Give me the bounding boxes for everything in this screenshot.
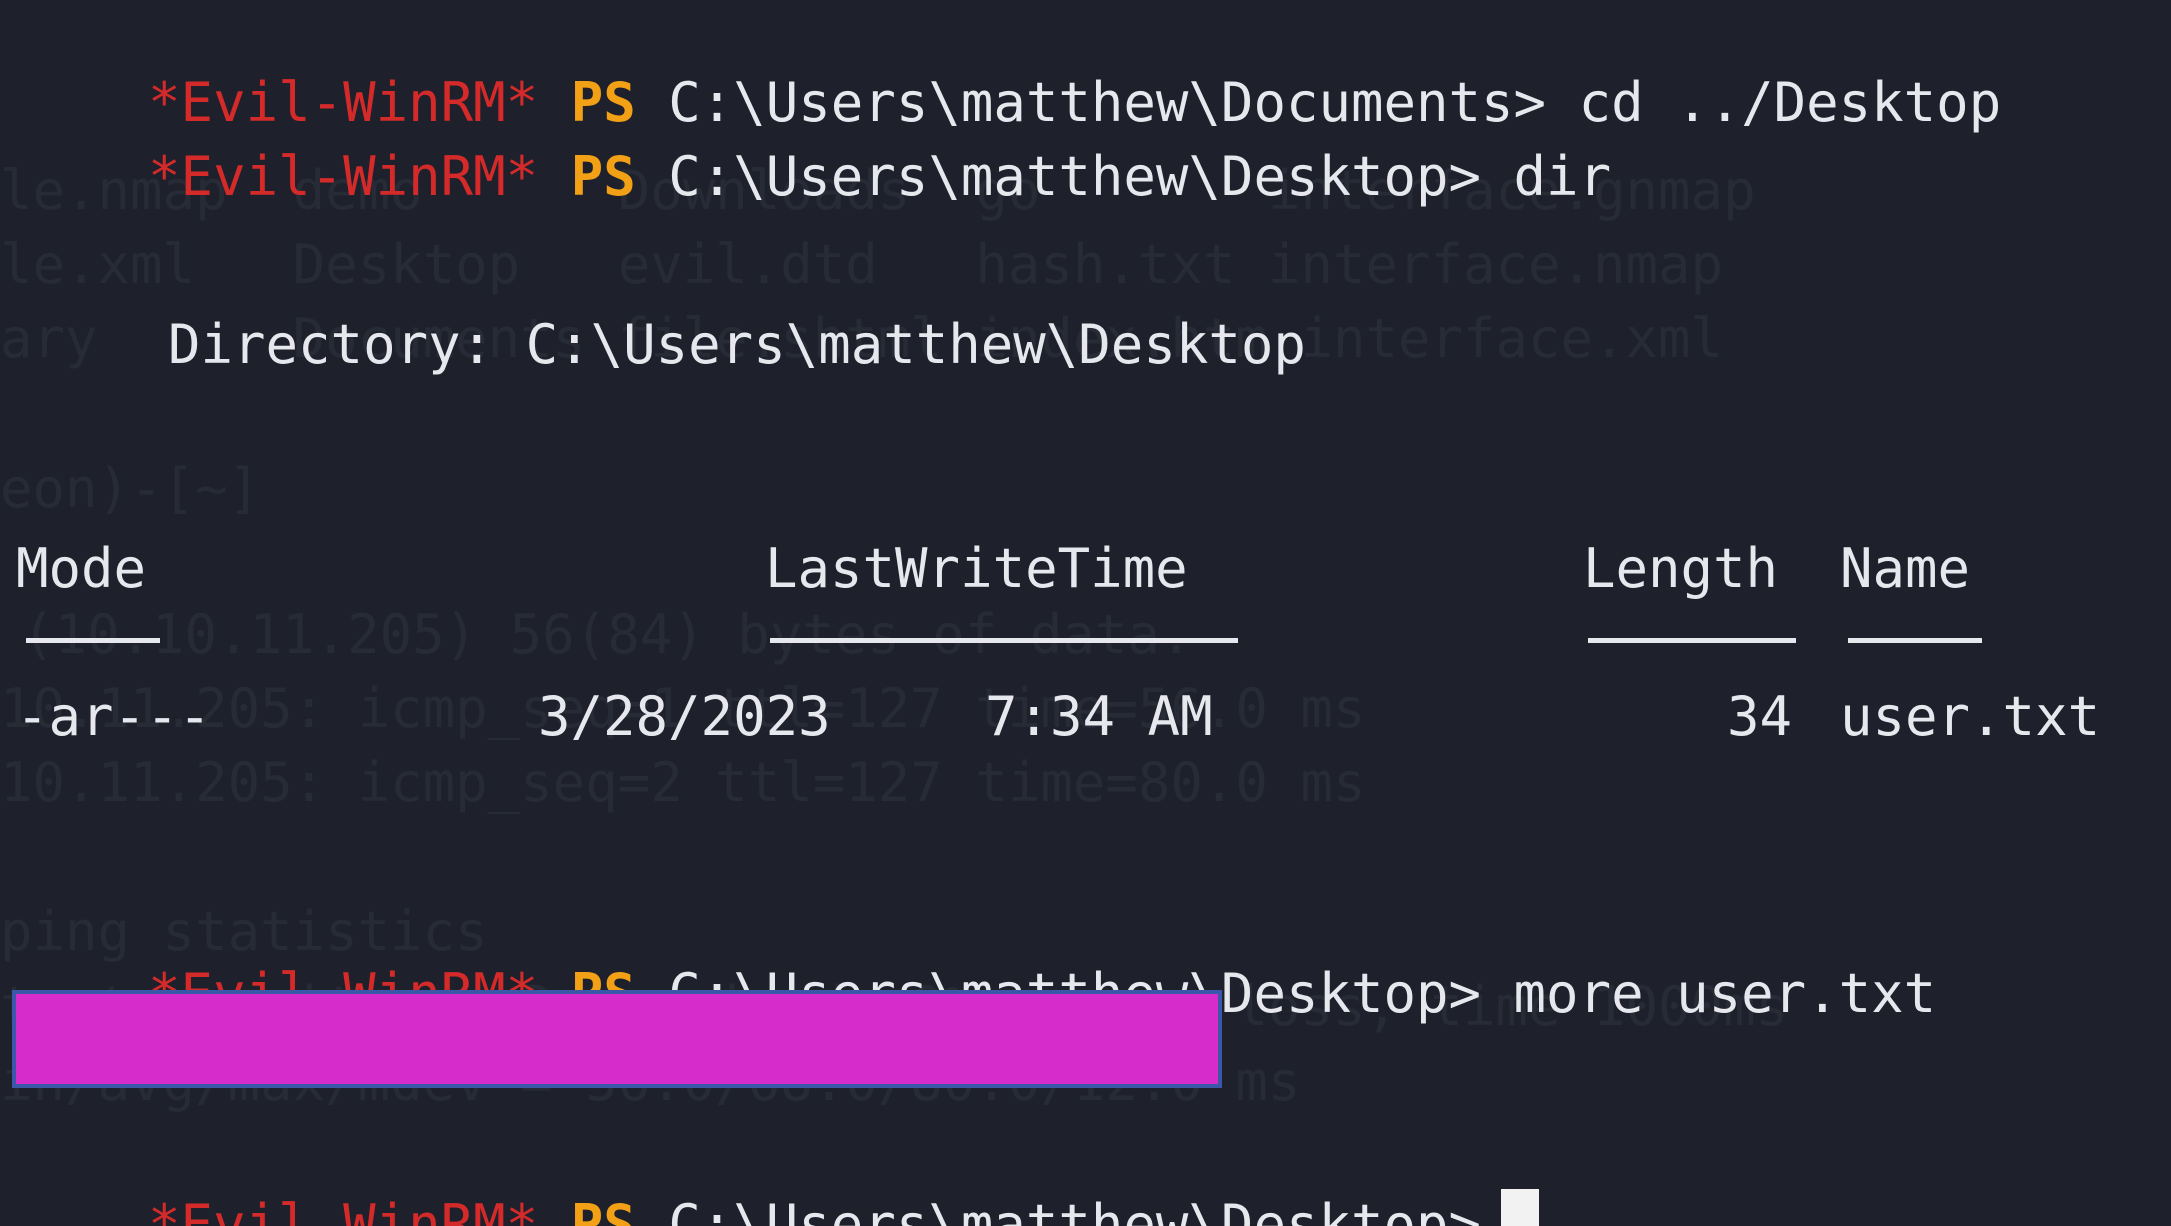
row-date: 3/28/2023 bbox=[538, 685, 831, 748]
header-underline bbox=[770, 638, 1238, 643]
header-underline bbox=[1848, 638, 1982, 643]
header-lastwritetime: LastWriteTime bbox=[765, 537, 1188, 600]
header-length: Length bbox=[1583, 537, 1779, 600]
command-text: dir bbox=[1513, 145, 1612, 208]
prompt-line: *Evil-WinRM* PS C:\Users\matthew\Desktop… bbox=[18, 96, 1611, 204]
row-mode: -ar--- bbox=[16, 685, 212, 748]
redacted-output bbox=[12, 990, 1222, 1088]
row-name: user.txt bbox=[1840, 685, 2101, 748]
prompt-prefix: *Evil-WinRM* bbox=[148, 145, 539, 208]
prompt-path: C:\Users\matthew\Desktop> bbox=[668, 1193, 1482, 1226]
row-length: 34 bbox=[1727, 685, 1793, 748]
header-underline bbox=[26, 638, 160, 643]
prompt-ps: PS bbox=[570, 145, 636, 208]
terminal-window[interactable]: *Evil-WinRM* PS C:\Users\matthew\Documen… bbox=[0, 0, 2171, 1226]
command-text: cd ../Desktop bbox=[1578, 71, 2002, 134]
prompt-line: *Evil-WinRM* PS C:\Users\matthew\Documen… bbox=[18, 22, 2001, 130]
command-text: more user.txt bbox=[1513, 962, 1937, 1025]
directory-label: Directory: C:\Users\matthew\Desktop bbox=[168, 313, 1306, 376]
prompt-path: C:\Users\matthew\Desktop> bbox=[668, 145, 1482, 208]
prompt-line: *Evil-WinRM* PS C:\Users\matthew\Desktop… bbox=[18, 913, 1936, 1021]
text-cursor[interactable] bbox=[1501, 1189, 1540, 1226]
prompt-ps: PS bbox=[570, 1193, 636, 1226]
row-time: 7:34 AM bbox=[985, 685, 1213, 748]
header-underline bbox=[1588, 638, 1796, 643]
prompt-prefix: *Evil-WinRM* bbox=[148, 1193, 539, 1226]
header-name: Name bbox=[1840, 537, 1971, 600]
prompt-line[interactable]: *Evil-WinRM* PS C:\Users\matthew\Desktop… bbox=[18, 1135, 1540, 1226]
header-mode: Mode bbox=[16, 537, 147, 600]
